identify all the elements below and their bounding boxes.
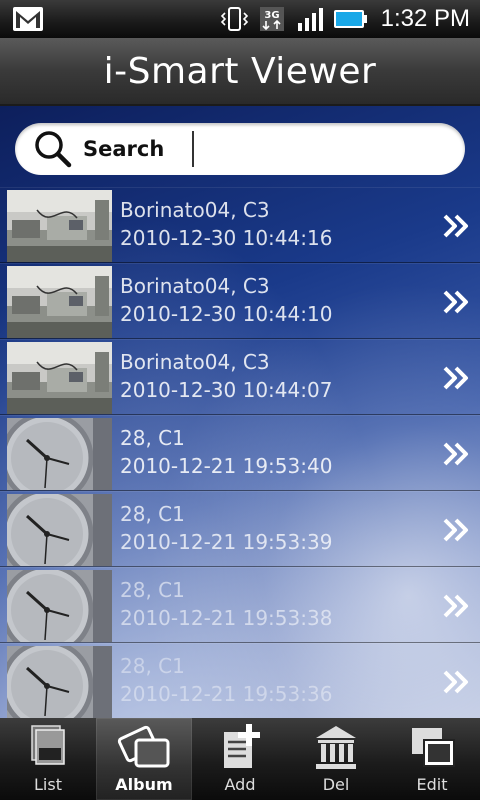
tab-del[interactable]: Del xyxy=(288,718,384,800)
event-timestamp: 2010-12-21 19:53:39 xyxy=(120,530,333,554)
event-camera-name: 28, C1 xyxy=(120,502,185,526)
tab-label: Add xyxy=(224,775,256,794)
event-thumbnail xyxy=(7,190,112,262)
event-timestamp: 2010-12-30 10:44:10 xyxy=(120,302,333,326)
chevron-right-icon xyxy=(443,670,468,694)
search-input[interactable] xyxy=(192,131,433,167)
search-bar[interactable]: Search xyxy=(15,123,465,175)
event-camera-name: Borinato04, C3 xyxy=(120,274,270,298)
list-item[interactable]: 28, C1 2010-12-21 19:53:39 xyxy=(0,491,480,567)
tab-list[interactable]: List xyxy=(0,718,96,800)
add-icon xyxy=(224,724,260,768)
signal-icon xyxy=(297,8,323,31)
list-item[interactable]: Borinato04, C3 2010-12-30 10:44:10 xyxy=(0,263,480,339)
tab-label: Edit xyxy=(416,775,448,794)
status-bar: 3G 1:32 PM xyxy=(0,0,480,38)
chevron-right-icon xyxy=(443,214,468,238)
chevron-right-icon xyxy=(443,518,468,542)
search-icon xyxy=(35,131,72,168)
chevron-right-icon xyxy=(443,366,468,390)
tab-album[interactable]: Album xyxy=(96,718,192,800)
chevron-right-icon xyxy=(443,594,468,618)
gmail-icon xyxy=(13,7,43,31)
chevron-right-icon xyxy=(443,442,468,466)
event-timestamp: 2010-12-21 19:53:40 xyxy=(120,454,333,478)
list-item[interactable]: 28, C1 2010-12-21 19:53:36 xyxy=(0,643,480,718)
svg-text:3G: 3G xyxy=(264,10,279,21)
tab-label: List xyxy=(34,775,62,794)
list-item[interactable]: 28, C1 2010-12-21 19:53:40 xyxy=(0,415,480,491)
event-camera-name: 28, C1 xyxy=(120,426,185,450)
status-clock: 1:32 PM xyxy=(380,5,470,32)
list-item[interactable]: Borinato04, C3 2010-12-30 10:44:07 xyxy=(0,339,480,415)
event-camera-name: Borinato04, C3 xyxy=(120,198,270,222)
edit-icon xyxy=(412,728,455,767)
album-icon xyxy=(117,725,170,768)
vibrate-icon xyxy=(220,7,248,31)
tab-label: Del xyxy=(322,775,350,794)
chevron-right-icon xyxy=(443,290,468,314)
list-item[interactable]: 28, C1 2010-12-21 19:53:38 xyxy=(0,567,480,643)
event-thumbnail xyxy=(7,266,112,338)
event-timestamp: 2010-12-30 10:44:16 xyxy=(120,226,333,250)
app-title: i-Smart Viewer xyxy=(103,50,377,92)
bottom-toolbar: List Album Add Del Edit xyxy=(0,718,480,800)
list-icon xyxy=(31,725,65,765)
event-camera-name: Borinato04, C3 xyxy=(120,350,270,374)
event-thumbnail xyxy=(7,418,112,490)
event-thumbnail xyxy=(7,494,112,566)
event-camera-name: 28, C1 xyxy=(120,578,185,602)
event-timestamp: 2010-12-30 10:44:07 xyxy=(120,378,333,402)
event-thumbnail xyxy=(7,646,112,718)
event-thumbnail xyxy=(7,342,112,414)
event-thumbnail xyxy=(7,570,112,642)
title-bar: i-Smart Viewer xyxy=(0,38,480,106)
list-item[interactable]: Borinato04, C3 2010-12-30 10:44:16 xyxy=(0,187,480,263)
tab-edit[interactable]: Edit xyxy=(384,718,480,800)
search-label: Search xyxy=(83,137,165,161)
battery-icon xyxy=(333,10,367,28)
tab-label: Album xyxy=(115,775,173,794)
event-timestamp: 2010-12-21 19:53:38 xyxy=(120,606,333,630)
tab-add[interactable]: Add xyxy=(192,718,288,800)
event-timestamp: 2010-12-21 19:53:36 xyxy=(120,682,333,706)
event-camera-name: 28, C1 xyxy=(120,654,185,678)
bank-icon xyxy=(316,726,356,769)
content-area: Search Borinato04, C3 2010-12-30 10:44:1… xyxy=(0,106,480,718)
event-list: Borinato04, C3 2010-12-30 10:44:16 Borin… xyxy=(0,187,480,718)
3g-icon: 3G xyxy=(259,7,284,31)
